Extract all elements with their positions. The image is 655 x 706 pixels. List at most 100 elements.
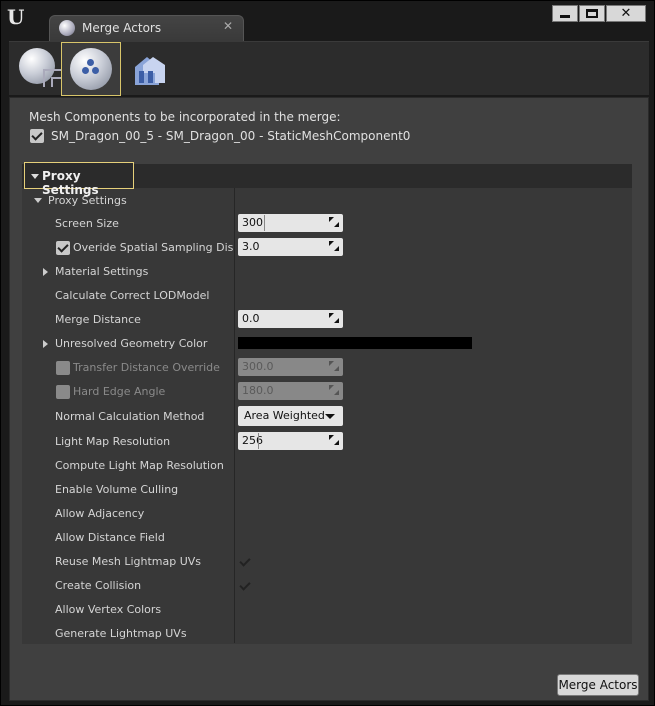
unreal-logo-icon: U <box>7 5 25 29</box>
minimize-button[interactable] <box>552 5 578 22</box>
merge-settings-panel: Mesh Components to be incorporated in th… <box>9 97 649 701</box>
row-label: Reuse Mesh Lightmap UVs <box>55 555 202 568</box>
proxy-settings-category-header[interactable]: Proxy Settings <box>22 162 632 197</box>
numbox-value: 300.0 <box>242 360 274 373</box>
row-screen-size: Screen Size 300 <box>22 212 612 236</box>
numbox-value: 256 <box>242 434 263 447</box>
row-gen-lm-uvs: Generate Lightmap UVs <box>22 622 612 646</box>
minimize-icon <box>560 15 570 18</box>
row-label: Allow Distance Field <box>55 531 165 544</box>
resize-arrows-icon <box>329 241 339 251</box>
resize-arrows-icon <box>329 217 339 227</box>
row-label: Create Collision <box>55 579 142 592</box>
row-compute-lm-res: Compute Light Map Resolution <box>22 454 612 478</box>
subcategory-title: Proxy Settings <box>48 194 127 207</box>
row-volume-culling: Enable Volume Culling <box>22 478 612 502</box>
maximize-button[interactable] <box>579 5 605 22</box>
merge-mode-instance-button[interactable] <box>123 43 175 95</box>
hard-edge-checkbox[interactable] <box>56 385 70 399</box>
light-map-resolution-input[interactable]: 256 <box>238 432 343 450</box>
normal-method-dropdown[interactable]: Area Weighted <box>238 406 343 426</box>
merge-actors-window: U Merge Actors ✕ ✕ Mesh Components to be… <box>0 0 655 706</box>
row-transfer-distance: Transfer Distance Override 300.0 <box>22 356 612 380</box>
chevron-down-icon <box>325 414 335 419</box>
row-distance-field: Allow Distance Field <box>22 526 612 550</box>
maximize-icon <box>586 9 598 18</box>
row-label: Allow Adjacency <box>55 507 145 520</box>
close-button[interactable]: ✕ <box>606 5 646 22</box>
close-icon: ✕ <box>620 6 632 21</box>
combo-value: Area Weighted <box>244 409 325 422</box>
merge-mode-toolbar <box>9 41 649 96</box>
mesh-instancing-icon <box>135 57 165 85</box>
row-label: Overide Spatial Sampling Distance <box>73 241 233 254</box>
row-unresolved-color[interactable]: Unresolved Geometry Color <box>22 332 612 356</box>
proxy-settings-category[interactable]: Proxy Settings <box>24 162 134 197</box>
row-spatial-sampling: Overide Spatial Sampling Distance 3.0 <box>22 236 612 260</box>
row-correct-lod: Calculate Correct LODModel <box>22 284 612 308</box>
row-label: Unresolved Geometry Color <box>55 337 208 350</box>
expand-arrow-icon[interactable] <box>43 340 48 348</box>
row-vertex-colors: Allow Vertex Colors <box>22 598 612 622</box>
row-hard-edge: Hard Edge Angle 180.0 <box>22 380 612 404</box>
row-label: Allow Vertex Colors <box>55 603 162 616</box>
row-reuse-lm-uvs: Reuse Mesh Lightmap UVs <box>22 550 612 574</box>
merge-mode-proxy-button[interactable] <box>61 42 121 96</box>
mesh-component-checkbox[interactable] <box>30 129 44 143</box>
row-label: Generate Lightmap UVs <box>55 627 187 640</box>
category-title: Proxy Settings <box>42 169 99 197</box>
row-light-map-resolution: Light Map Resolution 256 <box>22 430 612 454</box>
numbox-value: 0.0 <box>242 312 260 325</box>
color-swatch[interactable] <box>238 337 472 349</box>
tab-merge-actors[interactable]: Merge Actors ✕ <box>49 15 244 41</box>
details-view: Proxy Settings Proxy Settings Screen Siz… <box>22 162 632 646</box>
merge-actors-button[interactable]: Merge Actors <box>557 674 639 696</box>
row-label: Transfer Distance Override <box>73 361 220 374</box>
expand-arrow-icon[interactable] <box>43 268 48 276</box>
merge-mode-mesh-button[interactable] <box>15 43 67 95</box>
merge-actors-tab-icon <box>59 20 75 36</box>
row-merge-distance: Merge Distance 0.0 <box>22 308 612 332</box>
proxy-settings-subcategory[interactable]: Proxy Settings <box>34 194 127 207</box>
row-label: Merge Distance <box>55 313 141 326</box>
resize-arrows-icon <box>329 313 339 323</box>
collapse-arrow-icon <box>31 174 39 179</box>
row-create-collision: Create Collision <box>22 574 612 598</box>
numbox-value: 180.0 <box>242 384 274 397</box>
row-adjacency: Allow Adjacency <box>22 502 612 526</box>
slider-mark <box>258 433 259 449</box>
tab-title: Merge Actors <box>82 21 162 35</box>
hard-edge-input: 180.0 <box>238 382 343 400</box>
scroll-strip <box>612 164 632 188</box>
numbox-value: 300 <box>242 216 263 229</box>
resize-arrows-icon <box>329 435 339 445</box>
screen-size-input[interactable]: 300 <box>238 214 343 232</box>
mesh-components-label: Mesh Components to be incorporated in th… <box>29 110 341 124</box>
row-label: Compute Light Map Resolution <box>55 459 224 472</box>
row-normal-method: Normal Calculation Method Area Weighted <box>22 405 612 429</box>
transfer-distance-input: 300.0 <box>238 358 343 376</box>
numbox-value: 3.0 <box>242 240 260 253</box>
transfer-distance-checkbox[interactable] <box>56 361 70 375</box>
row-label: Normal Calculation Method <box>55 410 205 423</box>
row-label: Hard Edge Angle <box>73 385 166 398</box>
resize-arrows-icon <box>329 385 339 395</box>
merge-distance-input[interactable]: 0.0 <box>238 310 343 328</box>
row-label: Light Map Resolution <box>55 435 171 448</box>
spatial-sampling-checkbox[interactable] <box>56 241 70 255</box>
window-controls: ✕ <box>552 5 646 22</box>
row-material-settings[interactable]: Material Settings <box>22 260 612 284</box>
row-label: Calculate Correct LODModel <box>55 289 210 302</box>
spatial-sampling-input[interactable]: 3.0 <box>238 238 343 256</box>
tab-close-icon[interactable]: ✕ <box>223 19 233 33</box>
resize-arrows-icon <box>329 361 339 371</box>
slider-mark <box>264 215 265 231</box>
row-label: Screen Size <box>55 217 119 230</box>
collapse-arrow-icon <box>34 198 42 203</box>
hierarchy-icon <box>43 69 63 87</box>
row-label: Material Settings <box>55 265 149 278</box>
mesh-component-name: SM_Dragon_00_5 - SM_Dragon_00 - StaticMe… <box>51 129 411 143</box>
mesh-component-item: SM_Dragon_00_5 - SM_Dragon_00 - StaticMe… <box>30 129 410 143</box>
proxy-dots-icon <box>82 59 100 77</box>
row-label: Enable Volume Culling <box>55 483 179 496</box>
